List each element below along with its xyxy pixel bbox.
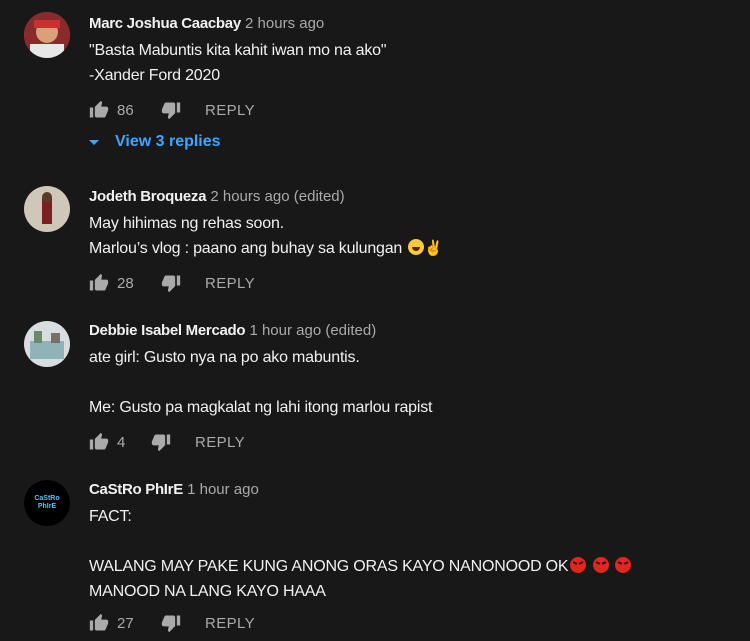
thumb-up-icon[interactable] [89,100,109,120]
view-replies-label: View 3 replies [115,133,221,150]
avatar[interactable]: CaStRo PhIrE [24,480,70,526]
comment-time[interactable]: 1 hour ago [249,322,321,339]
caret-down-icon [89,139,99,145]
reply-button[interactable]: REPLY [205,615,255,632]
thumb-up-icon[interactable] [89,273,109,293]
comment-text: May hihimas ng rehas soon. Marlou’s vlog… [89,211,730,261]
like-count: 27 [117,614,134,632]
like-count: 86 [117,101,134,119]
edited-label: (edited) [293,188,345,205]
reply-button[interactable]: REPLY [195,434,245,451]
avatar-logo-text: CaStRo PhIrE [34,495,60,510]
comment-line: MANOOD NA LANG KAYO HAAA [89,583,326,600]
comment-line: WALANG MAY PAKE KUNG ANONG ORAS KAYO NAN… [89,558,569,575]
angry-face-emoji-icon [570,557,587,573]
author-name[interactable]: Marc Joshua Caacbay [89,15,241,32]
laughing-emoji-icon [408,239,425,255]
angry-face-emoji-icon [614,557,631,573]
comment-time[interactable]: 2 hours ago [210,188,289,205]
author-name[interactable]: CaStRo PhIrE [89,481,183,498]
comment-line: May hihimas ng rehas soon. [89,215,284,232]
comment-line: Marlou’s vlog : paano ang buhay sa kulun… [89,240,403,257]
author-name[interactable]: Debbie Isabel Mercado [89,322,246,339]
thumb-down-icon[interactable] [151,432,171,452]
view-replies-button[interactable]: View 3 replies [89,133,221,151]
victory-hand-emoji-icon: ✌ [424,240,443,257]
thumb-down-icon[interactable] [161,273,181,293]
thumb-down-icon[interactable] [161,100,181,120]
angry-face-emoji-icon [592,557,609,573]
comment-text: "Basta Mabuntis kita kahit iwan mo na ak… [89,42,387,84]
comment-text: ate girl: Gusto nya na po ako mabuntis. … [89,349,433,416]
author-name[interactable]: Jodeth Broqueza [89,188,206,205]
avatar[interactable] [24,186,70,232]
comment-time[interactable]: 2 hours ago [245,15,324,32]
avatar[interactable] [24,321,70,367]
thumb-up-icon[interactable] [89,432,109,452]
like-count: 4 [117,433,126,451]
thumb-up-icon[interactable] [89,613,109,633]
thumb-down-icon[interactable] [161,613,181,633]
edited-label: (edited) [325,322,377,339]
reply-button[interactable]: REPLY [205,275,255,292]
reply-button[interactable]: REPLY [205,102,255,119]
avatar[interactable] [24,12,70,58]
comment-line: FACT: [89,508,132,525]
like-count: 28 [117,274,134,292]
comment-time[interactable]: 1 hour ago [187,481,259,498]
comment-text: FACT: WALANG MAY PAKE KUNG ANONG ORAS KA… [89,504,730,604]
